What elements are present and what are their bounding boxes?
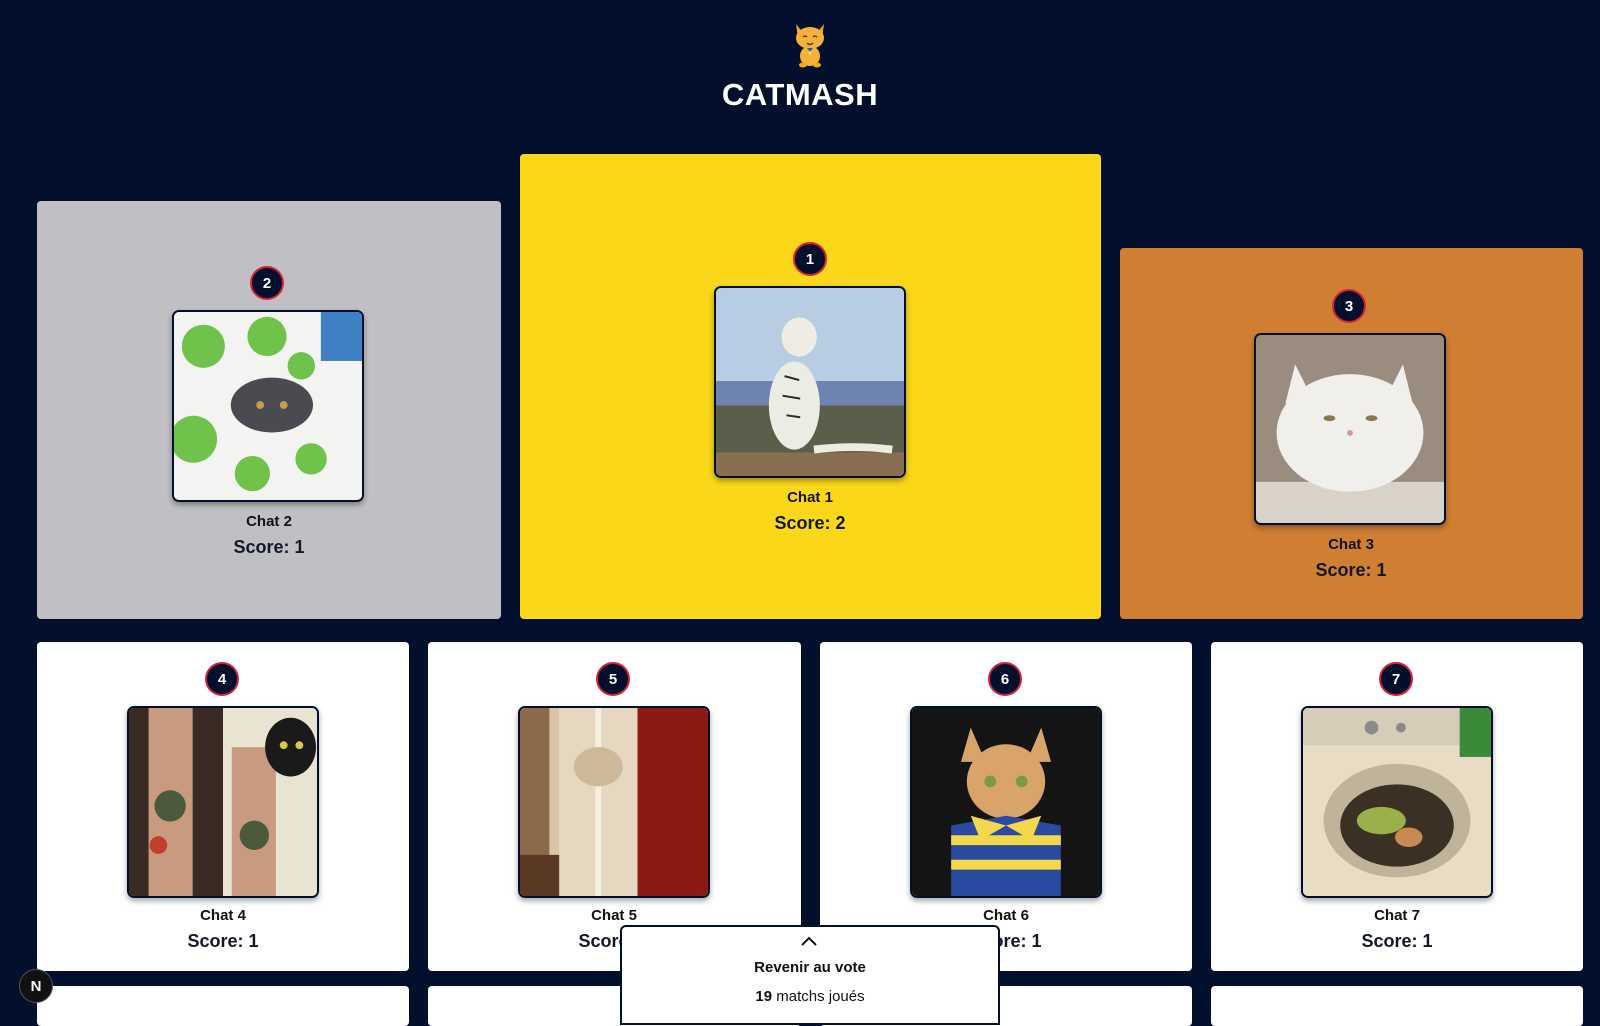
ranking-card-6[interactable]: 6 Chat 6 Score: 1 [820, 642, 1192, 971]
rank-badge: 5 [596, 662, 630, 696]
cat-score: Score: 1 [1361, 931, 1433, 951]
rank-badge: 7 [1379, 662, 1413, 696]
matches-suffix: matchs joués [772, 988, 865, 1005]
podium-card-3[interactable]: 3 Chat 3 Score: 1 [1120, 248, 1583, 619]
cat-name: Chat 5 [591, 907, 637, 924]
ranking-card-5[interactable]: 5 Chat 5 Score: 1 [428, 642, 801, 971]
matches-count: 19 [755, 988, 773, 1005]
cat-score: Score: 2 [774, 513, 846, 533]
cat-photo[interactable] [714, 286, 906, 478]
cat-photo[interactable] [518, 706, 710, 898]
ranking-card-8[interactable] [37, 986, 409, 1026]
matches-played: 19 matchs joués [622, 988, 998, 1005]
cat-score: Score: 1 [187, 931, 259, 951]
nextjs-icon[interactable]: N [19, 969, 53, 1003]
back-to-vote-panel[interactable]: Revenir au vote 19 matchs joués [620, 925, 1000, 1025]
ranking-card-4[interactable]: 4 Chat 4 Score: 1 [37, 642, 409, 971]
cat-score: Score: 1 [233, 537, 305, 557]
cat-photo[interactable] [910, 706, 1102, 898]
rank-badge: 6 [988, 662, 1022, 696]
chevron-up-icon[interactable] [800, 935, 818, 947]
rank-badge: 3 [1332, 289, 1366, 323]
cat-name: Chat 4 [200, 907, 246, 924]
ranking-card-11[interactable] [1211, 986, 1583, 1026]
cat-photo[interactable] [172, 310, 364, 502]
cat-score: Score: 1 [1315, 560, 1387, 580]
rank-badge: 4 [205, 662, 239, 696]
ranking-card-7[interactable]: 7 Chat 7 Score: 1 [1211, 642, 1583, 971]
cat-photo[interactable] [127, 706, 319, 898]
cat-name: Chat 1 [787, 489, 833, 506]
cat-photo[interactable] [1254, 333, 1446, 525]
cat-photo[interactable] [1301, 706, 1493, 898]
page-title: CATMASH [721, 77, 879, 112]
rank-badge: 1 [793, 242, 827, 276]
podium-card-2[interactable]: 2 Chat 2 Score: 1 [37, 201, 501, 619]
cat-name: Chat 2 [246, 513, 292, 530]
rank-badge: 2 [250, 266, 284, 300]
back-to-vote-label[interactable]: Revenir au vote [622, 959, 998, 976]
cat-name: Chat 7 [1374, 907, 1420, 924]
podium-card-1[interactable]: 1 Chat 1 Score: 2 [520, 154, 1101, 619]
cat-logo-icon [796, 24, 824, 68]
cat-name: Chat 3 [1328, 536, 1374, 553]
cat-name: Chat 6 [983, 907, 1029, 924]
